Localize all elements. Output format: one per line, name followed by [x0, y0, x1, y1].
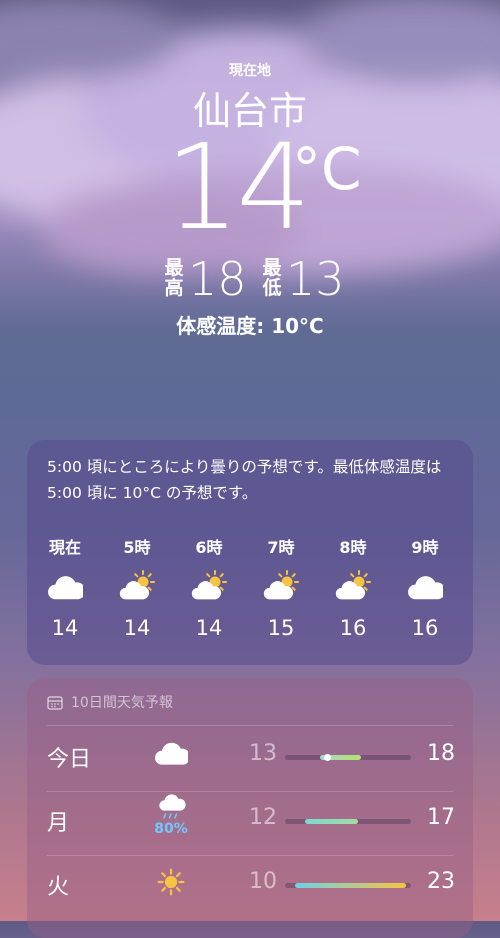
hour-label: 現在: [48, 538, 81, 557]
daily-forecast-title: 10日間天気予報: [71, 695, 173, 711]
temperature-range-fill: [305, 819, 359, 824]
cloud-icon: [151, 737, 191, 781]
day-high-temp: 18: [427, 741, 455, 766]
high-low: 最高 18 最低 13: [0, 252, 500, 306]
high-temp: 18: [188, 252, 247, 306]
day-high-temp: 23: [427, 869, 455, 894]
day-name: 火: [47, 875, 70, 900]
day-name: 今日: [47, 747, 92, 772]
hour-column: 7時 15: [245, 534, 317, 640]
rain-cloud-icon: 80%: [151, 793, 191, 837]
hour-temp: 15: [267, 616, 295, 640]
forecast-summary: 5:00 頃にところにより曇りの予想です。最低体感温度は 5:00 頃に 10°…: [47, 458, 442, 502]
partly-cloudy-icon: [101, 568, 173, 608]
day-low-temp: 13: [249, 741, 277, 766]
hour-temp: 14: [195, 616, 223, 640]
hour-column: 8時 16: [317, 534, 389, 640]
divider: [47, 725, 453, 726]
temperature-range-bar: [285, 883, 411, 888]
partly-cloudy-icon: [173, 568, 245, 608]
hour-label: 7時: [267, 538, 295, 557]
hour-column: 現在 14: [29, 534, 101, 640]
day-name: 月: [47, 811, 70, 836]
hour-label: 9時: [411, 538, 439, 557]
day-row[interactable]: 火 10 23: [27, 855, 473, 919]
daily-forecast-header: 10日間天気予報: [47, 692, 173, 712]
sun-icon: [151, 865, 191, 909]
hour-column: 9時 16: [389, 534, 461, 640]
day-row[interactable]: 月 80% 12 17: [27, 791, 473, 855]
hour-temp: 14: [123, 616, 151, 640]
temperature-range-bar: [285, 754, 411, 761]
day-low-temp: 10: [249, 869, 277, 894]
low-temp: 13: [286, 252, 345, 306]
low-label: 最低: [262, 257, 282, 299]
hour-temp: 16: [411, 616, 439, 640]
day-low-temp: 12: [249, 805, 277, 830]
partly-cloudy-icon: [317, 568, 389, 608]
hour-column: 5時 14: [101, 534, 173, 640]
hour-column: 6時 14: [173, 534, 245, 640]
day-high-temp: 17: [427, 805, 455, 830]
hour-label: 5時: [123, 538, 151, 557]
high-label: 最高: [164, 257, 184, 299]
hourly-list[interactable]: 現在 14 5時 14 6時 14 7時 15 8時 16 9時 16: [27, 534, 473, 654]
cloud-icon: [29, 568, 101, 608]
temperature-range-fill: [295, 883, 406, 888]
cloud-icon: [389, 568, 461, 608]
hourly-forecast-card[interactable]: 5:00 頃にところにより曇りの予想です。最低体感温度は 5:00 頃に 10°…: [27, 440, 473, 665]
current-temp-dot: [323, 754, 331, 761]
hour-label: 8時: [339, 538, 367, 557]
hour-temp: 14: [51, 616, 79, 640]
feels-like: 体感温度: 10°C: [176, 314, 324, 338]
temperature-unit: °C: [292, 135, 362, 203]
temperature-range-bar: [285, 819, 411, 824]
day-row[interactable]: 今日 13 18: [27, 727, 473, 791]
partly-cloudy-icon: [245, 568, 317, 608]
hour-label: 6時: [195, 538, 223, 557]
precipitation-probability: 80%: [154, 821, 188, 837]
location-label: 現在地: [229, 63, 271, 79]
current-temperature: 14: [165, 118, 311, 256]
calendar-icon: [47, 695, 63, 710]
daily-forecast-card[interactable]: 10日間天気予報 今日 13 18 月 80% 12 17 火 10 23: [27, 678, 473, 938]
hour-temp: 16: [339, 616, 367, 640]
